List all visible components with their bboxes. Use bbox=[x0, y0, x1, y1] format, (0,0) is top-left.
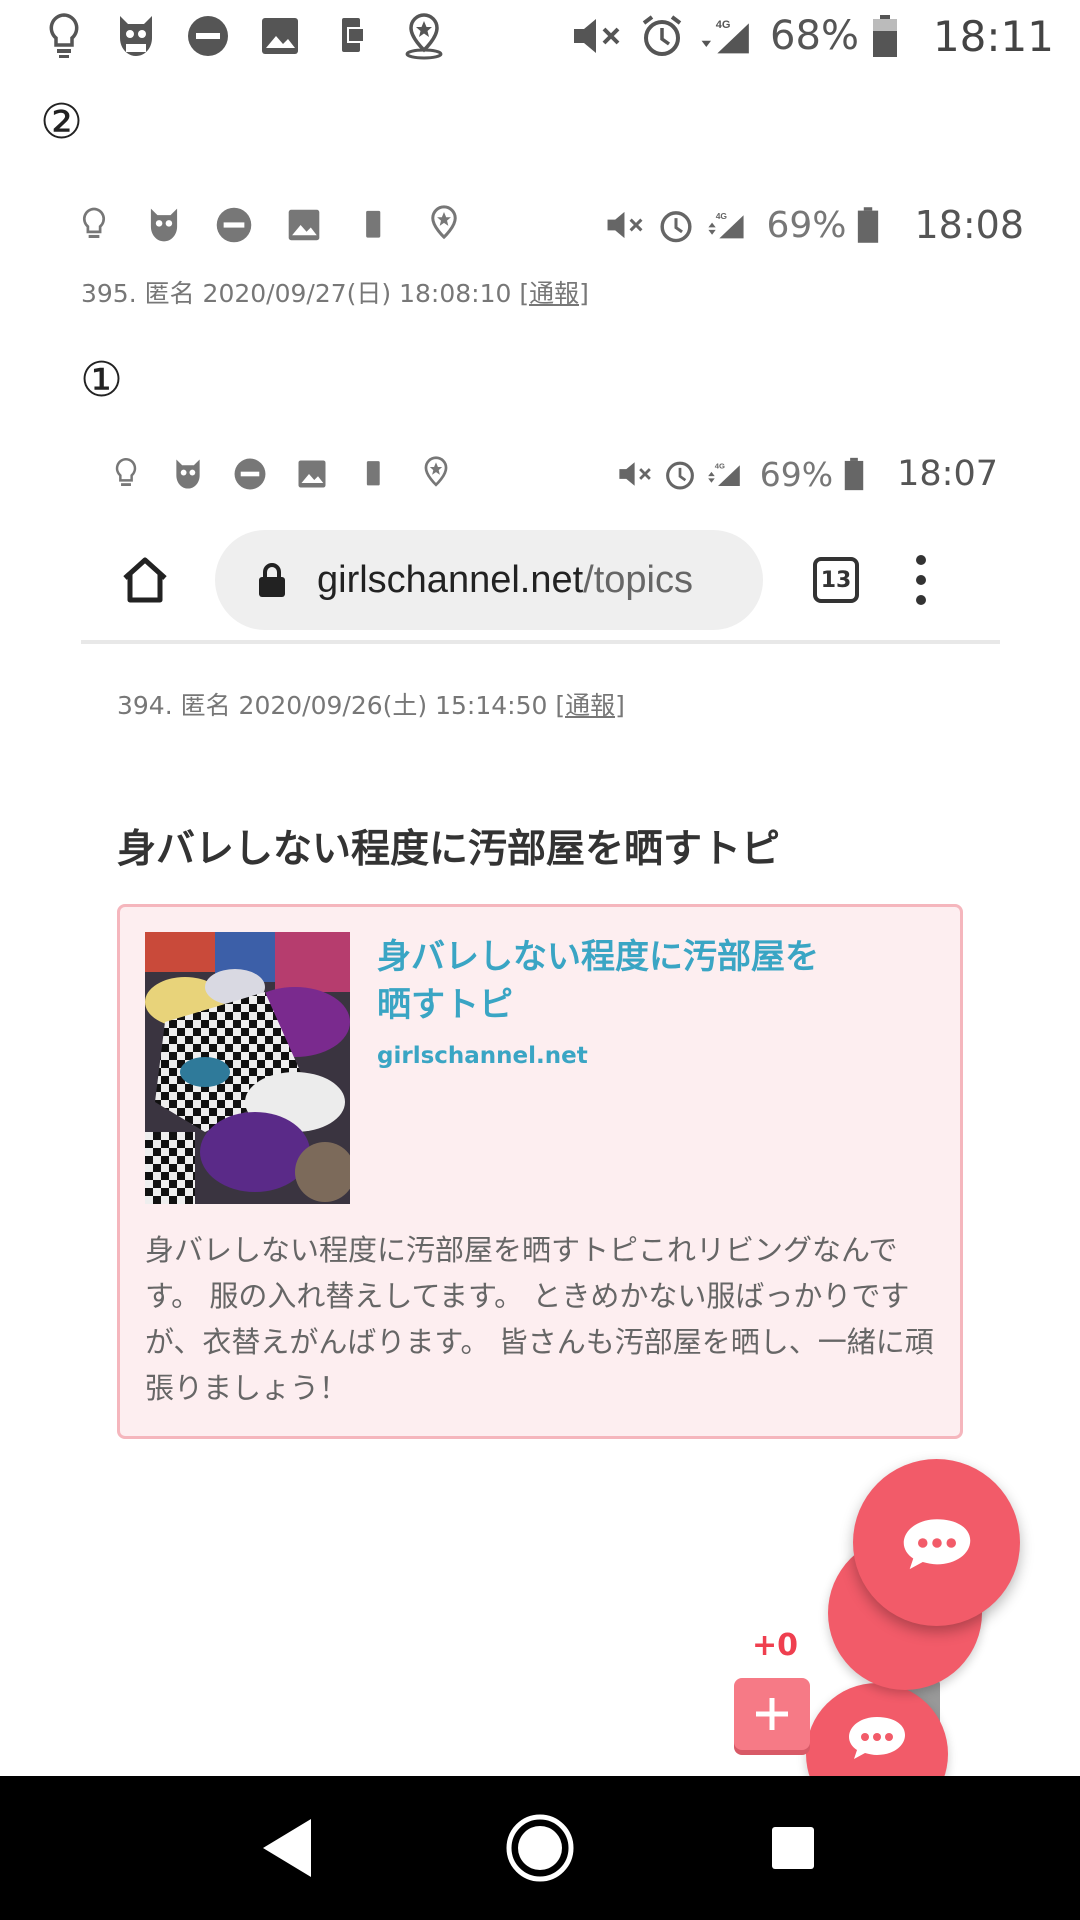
status-clock: 18:07 bbox=[897, 454, 998, 494]
plus-button[interactable] bbox=[734, 1678, 810, 1750]
menu-dot bbox=[916, 555, 926, 565]
comment-meta-text: 394. 匿名 2020/09/26(土) 15:14:50 bbox=[117, 691, 556, 720]
chat-bubble-icon bbox=[903, 1518, 970, 1569]
plus-count: +0 bbox=[752, 1628, 799, 1663]
topic-title: 身バレしない程度に汚部屋を晒すトピ bbox=[117, 827, 781, 872]
report-link[interactable]: [通報] bbox=[555, 691, 625, 720]
comment-meta-395: 395. 匿名 2020/09/27(日) 18:08:10 [通報] bbox=[81, 274, 589, 310]
do-not-disturb-icon bbox=[182, 10, 234, 62]
lightbulb-icon bbox=[108, 456, 144, 492]
svg-text:4G: 4G bbox=[716, 211, 728, 221]
marker-1: ① bbox=[80, 352, 124, 408]
alarm-icon bbox=[656, 205, 696, 245]
status-clock: 18:11 bbox=[932, 11, 1054, 61]
url-text: girlschannel.net/topics bbox=[317, 559, 693, 602]
system-status: 4G 68% 18:11 bbox=[572, 10, 1054, 62]
svg-text:4G: 4G bbox=[714, 462, 724, 471]
comment-meta-text: 395. 匿名 2020/09/27(日) 18:08:10 bbox=[81, 279, 520, 308]
alarm-icon bbox=[636, 10, 688, 62]
back-button[interactable] bbox=[237, 1798, 337, 1898]
image-icon bbox=[294, 456, 330, 492]
battery-percent: 69% bbox=[766, 204, 847, 246]
lightbulb-icon bbox=[74, 205, 114, 245]
battery-icon bbox=[841, 456, 867, 492]
chat-bubble-icon bbox=[849, 1717, 905, 1759]
url-path: /topics bbox=[583, 558, 693, 601]
status-bar-top: 4G 68% 18:11 bbox=[0, 0, 1080, 72]
card-link-title[interactable]: 身バレしない程度に汚部屋を晒すトピ bbox=[377, 933, 847, 1029]
signal-icon: 4G bbox=[706, 205, 746, 245]
mute-icon bbox=[606, 205, 646, 245]
signal-icon: 4G bbox=[706, 456, 742, 492]
home-circle-icon bbox=[506, 1814, 574, 1882]
notification-icons bbox=[38, 10, 470, 62]
card-description: 身バレしない程度に汚部屋を晒すトピこれリビングなんです。 服の入れ替えしてます。… bbox=[145, 1233, 934, 1405]
cat-avatar-icon bbox=[110, 10, 162, 62]
status-bar-screenshot-1: 4G 69% 18:07 bbox=[108, 447, 998, 501]
location-star-icon bbox=[418, 456, 454, 492]
link-preview-card[interactable]: 身バレしない程度に汚部屋を晒すトピ girlschannel.net 身バレしな… bbox=[117, 904, 963, 1439]
location-star-icon bbox=[398, 10, 450, 62]
tab-switcher-button[interactable]: 13 bbox=[813, 557, 859, 603]
card-thumbnail bbox=[145, 932, 350, 1204]
recents-button[interactable] bbox=[743, 1798, 843, 1898]
image-icon bbox=[254, 10, 306, 62]
browser-toolbar: girlschannel.net/topics 13 bbox=[81, 520, 1000, 644]
battery-percent: 68% bbox=[770, 13, 859, 59]
recents-icon bbox=[772, 1827, 815, 1869]
phone-cast-icon bbox=[354, 205, 394, 245]
url-host: girlschannel.net bbox=[317, 558, 584, 601]
comment-meta-394: 394. 匿名 2020/09/26(土) 15:14:50 [通報] bbox=[117, 686, 625, 722]
image-icon bbox=[284, 205, 324, 245]
cat-avatar-icon bbox=[144, 205, 184, 245]
battery-icon bbox=[854, 205, 882, 245]
report-link[interactable]: [通報] bbox=[519, 279, 589, 308]
status-bar-screenshot-2: 4G 69% 18:08 bbox=[74, 195, 1024, 255]
phone-cast-icon bbox=[356, 456, 392, 492]
battery-icon bbox=[869, 10, 901, 62]
do-not-disturb-icon bbox=[232, 456, 268, 492]
alarm-icon bbox=[662, 456, 698, 492]
mute-icon bbox=[618, 456, 654, 492]
plus-icon bbox=[756, 1698, 788, 1730]
home-button[interactable] bbox=[115, 550, 175, 610]
location-star-icon bbox=[424, 205, 464, 245]
back-icon bbox=[262, 1819, 311, 1877]
lightbulb-icon bbox=[38, 10, 90, 62]
do-not-disturb-icon bbox=[214, 205, 254, 245]
svg-text:4G: 4G bbox=[716, 19, 731, 31]
signal-icon: 4G bbox=[700, 10, 752, 62]
menu-dot bbox=[916, 595, 926, 605]
menu-dot bbox=[916, 575, 926, 585]
navigation-bar bbox=[0, 1776, 1080, 1920]
cat-avatar-icon bbox=[170, 456, 206, 492]
battery-percent: 69% bbox=[759, 454, 834, 494]
lock-icon bbox=[257, 562, 287, 598]
phone-cast-icon bbox=[326, 10, 378, 62]
status-clock: 18:08 bbox=[914, 203, 1024, 247]
home-nav-button[interactable] bbox=[490, 1798, 590, 1898]
card-domain: girlschannel.net bbox=[377, 1043, 588, 1069]
home-icon bbox=[123, 557, 167, 603]
comment-fab[interactable] bbox=[853, 1459, 1020, 1626]
url-bar[interactable]: girlschannel.net/topics bbox=[215, 530, 763, 630]
mute-icon bbox=[572, 10, 624, 62]
marker-2: ② bbox=[40, 94, 84, 150]
overflow-menu-button[interactable] bbox=[911, 555, 931, 605]
